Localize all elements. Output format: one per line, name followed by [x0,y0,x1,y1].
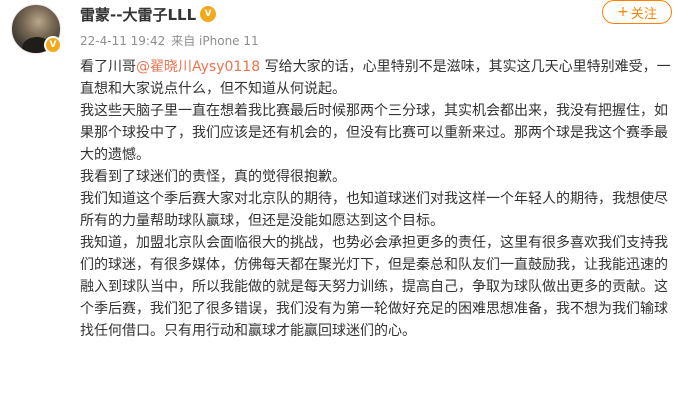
follow-button[interactable]: + 关注 [602,0,672,24]
verified-badge-icon: V [44,36,62,54]
post-paragraph-4: 我们知道这个季后赛大家对北京队的期待，也知道球迷们对我这样一个年轻人的期待，我想… [80,191,668,229]
follow-label: 关注 [630,6,657,22]
para1-prefix: 看了川哥 [80,59,136,75]
post-content: 看了川哥@翟晓川Aysy0118 写给大家的话，心里特别不是滋味，其实这几天心里… [80,56,672,342]
post-paragraph-1: 看了川哥@翟晓川Aysy0118 写给大家的话，心里特别不是滋味，其实这几天心里… [80,56,672,100]
user-name[interactable]: 雷蒙--大雷子LLL [80,6,196,24]
user-name-row: 雷蒙--大雷子LLL [80,4,217,25]
plus-icon: + [617,4,629,20]
member-badge-icon[interactable] [200,6,217,22]
post-source: 来自 iPhone 11 [171,34,259,48]
post-meta: 22-4-11 19:42 来自 iPhone 11 [80,32,259,49]
post-paragraph-5: 我知道，加盟北京队会面临很大的挑战，也势必会承担更多的责任，这里有很多喜欢我们支… [80,235,668,339]
post-header: V 雷蒙--大雷子LLL 22-4-11 19:42 来自 iPhone 11 +… [0,0,687,56]
post-timestamp[interactable]: 22-4-11 19:42 [80,34,165,48]
post-paragraph-2: 我这些天脑子里一直在想着我比赛最后时候那两个三分球，其实机会都出来，我没有把握住… [80,103,668,163]
post-paragraph-3: 我看到了球迷们的责怪，真的觉得很抱歉。 [80,169,346,185]
avatar[interactable]: V [11,4,63,56]
user-mention-link[interactable]: @翟晓川Aysy0118 [136,59,260,75]
